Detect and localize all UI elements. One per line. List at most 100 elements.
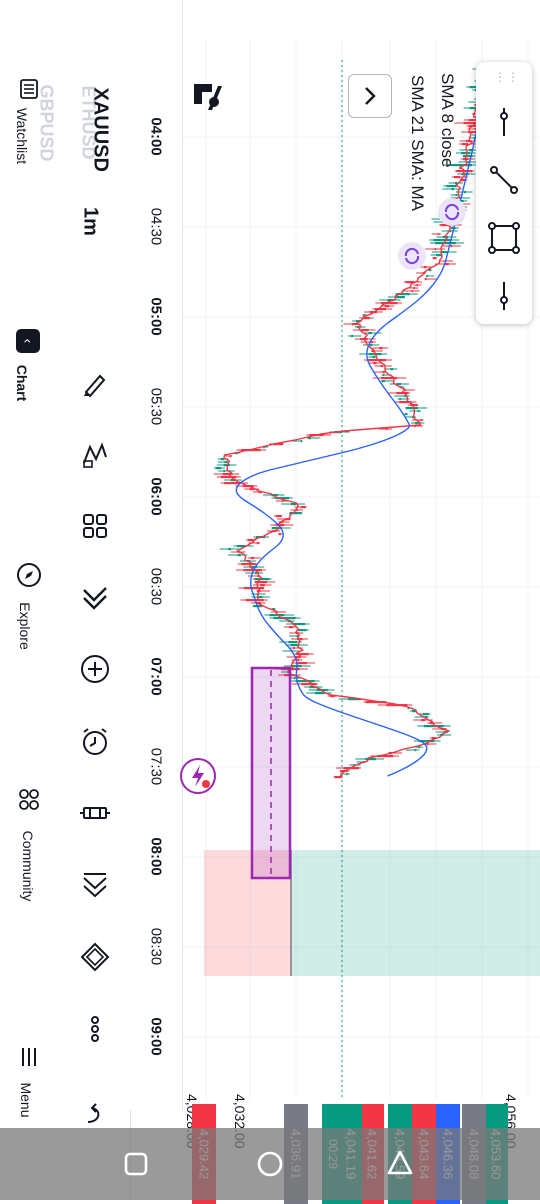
symbol-next[interactable]: GBPUSD — [36, 85, 57, 165]
candle-body — [384, 305, 390, 308]
candle-body — [215, 467, 222, 470]
alert-icon[interactable] — [78, 724, 112, 758]
lightning-icon[interactable] — [180, 758, 216, 794]
candle-body — [224, 461, 228, 464]
candle-body — [297, 662, 308, 665]
time-tick: 06:30 — [147, 567, 165, 606]
candle-body — [365, 758, 376, 761]
vertical-line-icon[interactable] — [486, 278, 522, 314]
rectangle-tool-icon[interactable] — [486, 220, 522, 256]
candle-body — [295, 680, 315, 683]
time-axis[interactable]: 04:00 04:30 05:00 05:30 06:00 06:30 07:00 07:30… — [130, 0, 183, 1110]
more-icon[interactable] — [78, 1012, 112, 1046]
candle-body — [461, 152, 471, 155]
patterns-icon[interactable] — [78, 437, 112, 471]
templates-icon[interactable] — [78, 509, 112, 543]
candle-body — [433, 257, 437, 260]
candle-body — [446, 185, 457, 188]
nav-explore-label: Explore — [17, 602, 33, 650]
candle-body — [290, 644, 299, 647]
candle-body — [381, 377, 398, 380]
horizontal-ray-icon[interactable] — [486, 104, 522, 140]
candle-body — [288, 641, 298, 644]
indicator-sma8-label[interactable]: SMA 8 close — [437, 73, 457, 183]
sync-icon[interactable] — [398, 242, 426, 270]
candle-body — [351, 335, 353, 338]
candle-body — [380, 365, 383, 368]
home-icon[interactable] — [246, 1140, 294, 1188]
bottom-navigation: Watchlist ‹ Chart Explore Community Menu — [0, 0, 63, 1200]
take-profit-zone — [292, 850, 540, 976]
candle-body — [381, 380, 385, 383]
candle-body — [300, 440, 303, 443]
symbol-current[interactable]: XAUUSD — [89, 88, 112, 172]
candle-body — [255, 572, 258, 575]
candle-body — [228, 548, 232, 551]
candle-body — [462, 143, 468, 146]
nav-menu[interactable]: Menu — [0, 1040, 62, 1130]
candle-body — [420, 419, 423, 422]
candle-body — [399, 398, 401, 401]
candle-body — [369, 344, 373, 347]
time-tick: 04:30 — [147, 207, 165, 246]
candle-body — [293, 677, 296, 680]
candle-body — [258, 596, 263, 599]
candle-body — [417, 410, 420, 413]
time-tick: 08:00 — [147, 837, 165, 876]
nav-community[interactable]: Community — [0, 782, 62, 912]
collapse-legend-button[interactable] — [348, 74, 392, 118]
candle-body — [464, 191, 466, 194]
sync-icon[interactable] — [438, 198, 466, 226]
candle-body — [423, 713, 429, 716]
add-indicator-icon[interactable] — [78, 652, 112, 686]
diamond-icon[interactable] — [78, 940, 112, 974]
candle-body — [405, 413, 408, 416]
candle-body — [220, 476, 237, 479]
chart-icon: ‹ — [16, 329, 40, 353]
candle-body — [346, 773, 348, 776]
tradingview-logo-icon[interactable] — [78, 580, 112, 614]
tradingview-logo — [190, 80, 224, 114]
nav-community-label: Community — [20, 830, 36, 902]
nav-menu-label: Menu — [18, 1082, 34, 1118]
candle-body — [334, 776, 343, 779]
back-icon[interactable] — [376, 1140, 424, 1188]
nav-explore[interactable]: Explore — [0, 558, 62, 658]
candle-body — [301, 683, 317, 686]
nav-chart[interactable]: ‹ Chart — [0, 325, 62, 415]
candle-body — [414, 749, 417, 752]
trend-line-icon[interactable] — [486, 162, 522, 198]
candle-body — [368, 332, 372, 335]
forecast-icon[interactable] — [78, 868, 112, 902]
candle-body — [413, 287, 415, 290]
time-tick: 07:00 — [147, 657, 165, 696]
time-tick: 06:00 — [147, 477, 165, 516]
candles-icon[interactable] — [78, 796, 112, 830]
candle-body — [433, 239, 452, 242]
candle-body — [411, 290, 413, 293]
time-tick: 05:30 — [147, 387, 165, 426]
time-tick: 04:00 — [147, 117, 165, 156]
candle-body — [437, 233, 440, 236]
candle-body — [288, 626, 294, 629]
time-tick: 08:30 — [147, 927, 165, 966]
undo-icon[interactable] — [78, 1098, 112, 1132]
brush-icon[interactable] — [78, 366, 112, 400]
chevron-right-icon — [365, 87, 376, 105]
candle-body — [372, 356, 376, 359]
compass-icon — [17, 563, 41, 587]
candle-body — [224, 482, 239, 485]
candle-body — [455, 194, 458, 197]
candle-body — [300, 506, 306, 509]
indicator-sma21-label[interactable]: SMA 21 SMA: MA — [407, 75, 427, 225]
drag-handle-icon[interactable]: ⋮⋮ — [494, 70, 519, 84]
candle-body — [379, 347, 383, 350]
candle-body — [361, 329, 369, 332]
time-tick: 09:00 — [147, 1017, 165, 1056]
candle-body — [243, 587, 264, 590]
recent-apps-icon[interactable] — [112, 1140, 160, 1188]
candle-body — [421, 719, 426, 722]
nav-chart-label: Chart — [14, 364, 30, 402]
candle-body — [256, 542, 260, 545]
timeframe-button[interactable]: 1m — [79, 202, 102, 242]
